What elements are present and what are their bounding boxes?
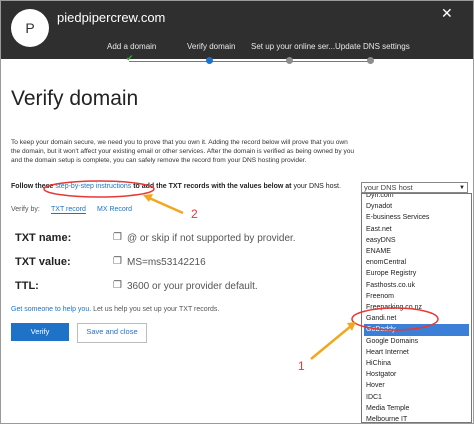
dropdown-option[interactable]: E-business Services	[364, 212, 469, 223]
dropdown-option[interactable]: Google Domains	[364, 336, 469, 347]
step-add-domain: Add a domain	[107, 42, 157, 51]
annotation-arrow	[146, 195, 184, 215]
copy-icon[interactable]: ❐	[113, 256, 122, 267]
header-bar: P piedpipercrew.com ✕ Add a domain ✔ Ver…	[1, 1, 473, 64]
ttl-value: 3600 or your provider default.	[127, 281, 258, 292]
dropdown-option[interactable]: Melbourne IT	[364, 414, 469, 422]
dropdown-option[interactable]: Hover	[364, 380, 469, 391]
dropdown-option[interactable]: Freenom	[364, 291, 469, 302]
txt-value-label: TXT value:	[15, 256, 71, 268]
dropdown-option[interactable]: Media Temple	[364, 403, 469, 414]
step-connector	[129, 61, 209, 62]
help-line: Get someone to help you. Let us help you…	[11, 306, 219, 313]
annotation-number-1: 1	[298, 359, 305, 373]
dropdown-option[interactable]: GoDaddy	[364, 324, 469, 336]
instructions-line: Follow these step-by-step instructions t…	[11, 183, 341, 190]
step-verify-domain: Verify domain	[187, 42, 236, 51]
txt-value-value: MS=ms53142216	[127, 257, 206, 268]
dns-host-select-value: your DNS host	[364, 183, 413, 192]
follow-suffix-bold: to add the TXT records with the values b…	[133, 183, 292, 190]
annotation-number-2: 2	[191, 207, 198, 221]
dropdown-option[interactable]: Europe Registry	[364, 268, 469, 279]
dropdown-option[interactable]: Hostgator	[364, 369, 469, 380]
help-text: Let us help you set up your TXT records.	[93, 306, 220, 313]
dropdown-option[interactable]: ENAME	[364, 246, 469, 257]
dropdown-option[interactable]: Freeparking.co.nz	[364, 302, 469, 313]
step-by-step-link[interactable]: step-by-step instructions	[55, 183, 131, 190]
arrow-head	[143, 194, 153, 202]
dns-host-dropdown-list[interactable]: Dyn.com Dynadot E-business Services East.ne…	[361, 193, 472, 423]
check-icon: ✔	[126, 53, 134, 63]
setup-window: P piedpipercrew.com ✕ Add a domain ✔ Ver…	[0, 0, 474, 424]
tab-txt-record[interactable]: TXT record	[51, 206, 86, 214]
dropdown-option[interactable]: Dyn.com	[364, 194, 469, 201]
ttl-label: TTL:	[15, 280, 39, 292]
step-online-services: Set up your online ser...	[251, 42, 336, 51]
current-step-dot	[206, 57, 213, 64]
page-title: Verify domain	[11, 87, 139, 110]
copy-icon[interactable]: ❐	[113, 232, 122, 243]
txt-name-label: TXT name:	[15, 232, 72, 244]
step-update-dns: Update DNS settings	[335, 42, 410, 51]
arrow-head	[347, 322, 356, 331]
dropdown-option[interactable]: IDC1	[364, 392, 469, 403]
dropdown-arrow-icon: ▼	[459, 185, 465, 191]
dropdown-option[interactable]: Gandi.net	[364, 313, 469, 324]
dropdown-option[interactable]: enomCentral	[364, 257, 469, 268]
copy-icon[interactable]: ❐	[113, 280, 122, 291]
dropdown-option[interactable]: HiChina	[364, 358, 469, 369]
verify-by-label: Verify by:	[11, 206, 40, 213]
follow-suffix: your DNS host.	[293, 183, 341, 190]
description-text: To keep your domain secure, we need you …	[11, 139, 355, 164]
txt-name-value: @ or skip if not supported by provider.	[127, 233, 296, 244]
follow-prefix: Follow these	[11, 183, 54, 190]
tab-mx-record[interactable]: MX Record	[97, 206, 132, 213]
save-close-button[interactable]: Save and close	[77, 323, 147, 343]
annotation-arrow	[310, 325, 352, 360]
progress-steps: Add a domain ✔ Verify domain Set up your…	[1, 39, 473, 64]
dropdown-option[interactable]: easyDNS	[364, 235, 469, 246]
step-connector	[289, 61, 371, 62]
dropdown-option[interactable]: East.net	[364, 224, 469, 235]
dropdown-option[interactable]: Dynadot	[364, 201, 469, 212]
close-icon[interactable]: ✕	[441, 5, 453, 22]
dns-host-select[interactable]: your DNS host ▼	[361, 182, 468, 193]
dropdown-option[interactable]: Fasthosts.co.uk	[364, 280, 469, 291]
domain-name: piedpipercrew.com	[57, 10, 166, 25]
pending-step-dot	[286, 57, 293, 64]
pending-step-dot	[367, 57, 374, 64]
verify-button[interactable]: Verify	[11, 323, 69, 341]
step-connector	[209, 61, 289, 62]
dropdown-option[interactable]: Heart Internet	[364, 347, 469, 358]
get-help-link[interactable]: Get someone to help you.	[11, 306, 91, 313]
